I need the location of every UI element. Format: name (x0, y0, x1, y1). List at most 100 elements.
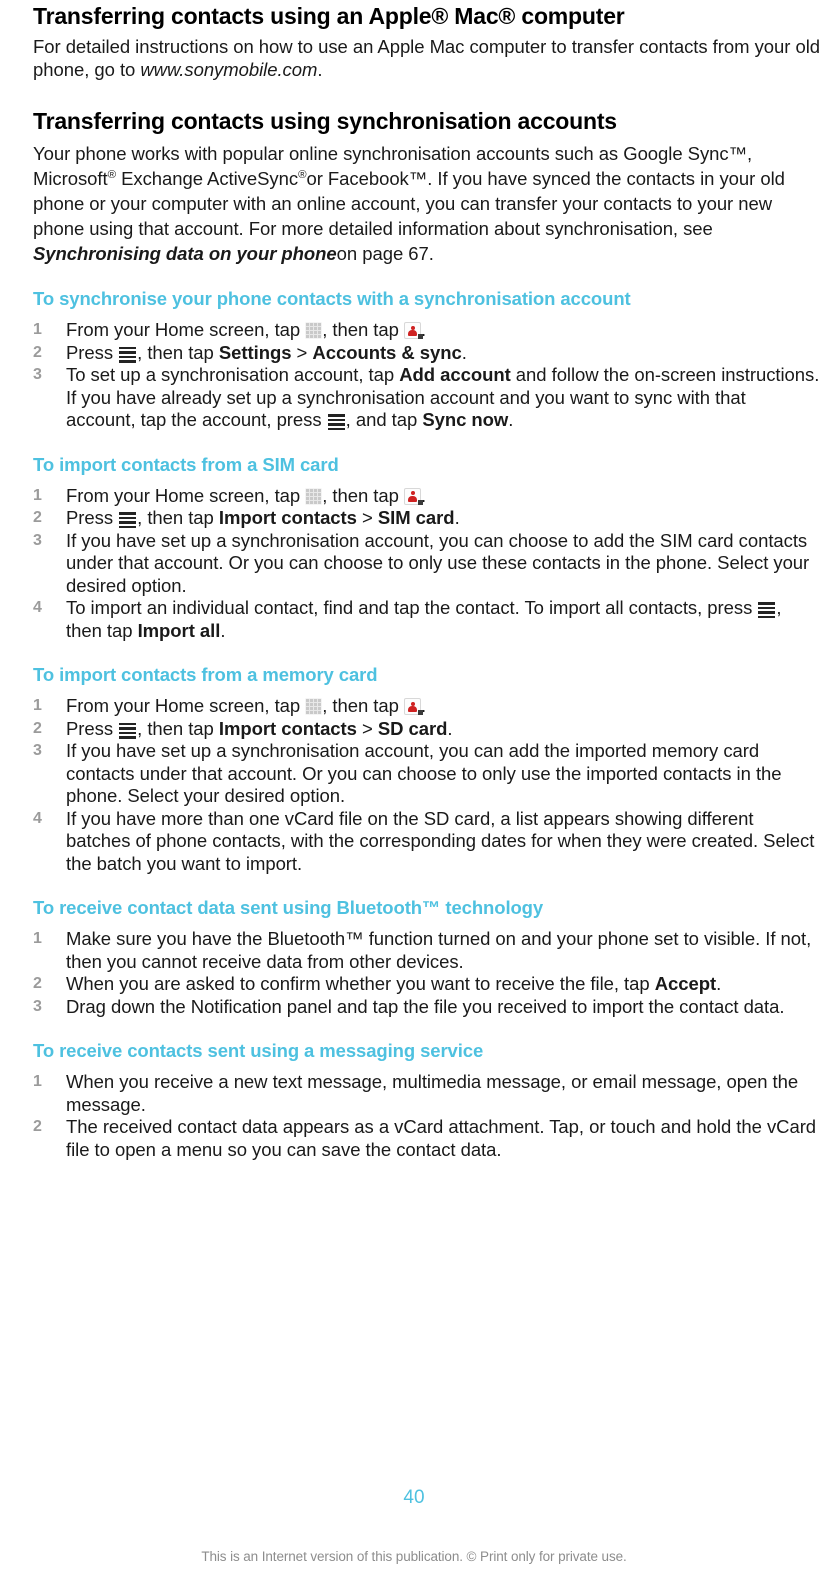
step-number: 1 (33, 930, 42, 947)
menu-icon[interactable] (757, 601, 776, 619)
procedure-step-list: 1 When you receive a new text message, mu… (33, 1071, 820, 1161)
menu-icon[interactable] (327, 413, 346, 431)
ui-label-import-contacts: Import contacts (218, 507, 357, 528)
procedure-step-list: 1 Make sure you have the Bluetooth™ funct… (33, 928, 820, 1018)
list-item: 1 From your Home screen, tap , then tap . (33, 485, 820, 508)
menu-icon[interactable] (118, 511, 137, 529)
step-number: 4 (33, 809, 42, 827)
step-number: 3 (33, 742, 42, 759)
step-number: 1 (33, 697, 42, 714)
procedure-heading: To import contacts from a memory card (33, 664, 378, 685)
list-item: 3 If you have set up a synchronisation ac… (33, 740, 820, 808)
step-number: 2 (33, 975, 42, 992)
separator: > (291, 341, 313, 363)
ui-label-import-contacts: Import contacts (218, 717, 357, 739)
paragraph-mac-text-2: . (317, 58, 323, 80)
step-number: 3 (33, 997, 42, 1015)
step-text: , then tap (137, 507, 219, 528)
contacts-icon[interactable] (403, 322, 423, 339)
step-text: , and tap (345, 409, 423, 430)
ui-label-sync-now: Sync now (422, 409, 509, 430)
step-text: Press (66, 341, 119, 363)
procedure-step-list: 1 From your Home screen, tap , then tap .… (33, 485, 820, 643)
contacts-icon[interactable] (403, 698, 423, 715)
step-text: To set up a synchronisation account, tap (66, 364, 400, 385)
step-text: Drag down the Notification panel and tap… (66, 995, 785, 1017)
publication-disclaimer: This is an Internet version of this publ… (201, 1549, 627, 1564)
list-item: 1 When you receive a new text message, mu… (33, 1071, 820, 1116)
procedure-heading: To receive contact data sent using Bluet… (33, 897, 544, 918)
step-text: . (220, 619, 226, 641)
list-item: 3 If you have set up a synchronisation ac… (33, 530, 820, 598)
page-number: 40 (403, 1487, 425, 1508)
step-text: To import an individual contact, find an… (66, 597, 758, 618)
step-text: . (508, 409, 514, 430)
step-text: If you have set up a synchronisation acc… (66, 740, 782, 806)
step-number: 1 (33, 486, 42, 504)
procedure-receive-bluetooth: To receive contact data sent using Bluet… (33, 897, 820, 1018)
step-number: 2 (33, 719, 42, 737)
list-item: 2 Press , then tap Settings > Accounts & … (33, 342, 820, 365)
step-text: From your Home screen, tap (66, 484, 306, 506)
step-text: , then tap (137, 341, 219, 363)
step-number: 4 (33, 599, 42, 616)
procedure-heading: To import contacts from a SIM card (33, 453, 339, 475)
step-number: 2 (33, 509, 42, 526)
list-item: 4 To import an individual contact, find a… (33, 597, 820, 642)
list-item: 1 From your Home screen, tap , then tap . (33, 319, 820, 342)
paragraph-mac: For detailed instructions on how to use … (33, 36, 820, 81)
step-number: 3 (33, 366, 42, 383)
step-text: , then tap (137, 717, 219, 739)
document-page: Transferring contacts using an Apple® Ma… (0, 0, 828, 1589)
list-item: 1 Make sure you have the Bluetooth™ funct… (33, 928, 820, 973)
ui-label-settings: Settings (218, 341, 292, 363)
step-text: When you receive a new text message, mul… (66, 1071, 799, 1115)
step-text: . (716, 973, 722, 994)
separator: > (356, 507, 378, 528)
step-number: 1 (33, 1073, 42, 1090)
step-text: . (461, 341, 467, 363)
list-item: 2 Press , then tap Import contacts > SIM … (33, 507, 820, 530)
section-heading-sync: Transferring contacts using synchronisat… (33, 108, 617, 134)
procedure-heading: To receive contacts sent using a messagi… (33, 1040, 484, 1061)
app-drawer-grid-icon[interactable] (305, 487, 323, 505)
list-item: 3 Drag down the Notification panel and ta… (33, 996, 820, 1019)
sonymobile-url: www.sonymobile.com (140, 58, 318, 80)
app-drawer-grid-icon[interactable] (305, 322, 323, 339)
paragraph-sync-text-2: Exchange ActiveSync (116, 168, 299, 189)
procedure-import-memory-card: To import contacts from a memory card 1 F… (33, 664, 820, 875)
cross-reference-synchronising: Synchronising data on your phone (33, 243, 337, 264)
procedure-step-list: 1 From your Home screen, tap , then tap .… (33, 319, 820, 432)
step-text: From your Home screen, tap (66, 695, 306, 716)
list-item: 2 When you are asked to confirm whether y… (33, 973, 820, 996)
paragraph-sync-text-4: on page 67. (336, 243, 434, 264)
ui-label-sim-card: SIM card (377, 507, 455, 528)
step-number: 1 (33, 321, 42, 338)
contacts-icon[interactable] (403, 487, 423, 505)
step-text: Press (66, 717, 119, 739)
step-number: 3 (33, 531, 42, 549)
procedure-import-sim: To import contacts from a SIM card 1 From… (33, 454, 820, 643)
step-text: If you have set up a synchronisation acc… (66, 529, 810, 596)
section-heading-mac: Transferring contacts using an Apple® Ma… (33, 3, 625, 29)
list-item: 3 To set up a synchronisation account, ta… (33, 364, 820, 432)
ui-label-sd-card: SD card (377, 717, 448, 739)
procedure-step-list: 1 From your Home screen, tap , then tap .… (33, 695, 820, 875)
ui-label-accept: Accept (654, 973, 717, 994)
step-text: If you have more than one vCard file on … (66, 807, 815, 874)
list-item: 4 If you have more than one vCard file on… (33, 808, 820, 876)
step-text: From your Home screen, tap (66, 319, 306, 340)
ui-label-import-all: Import all (137, 619, 221, 641)
app-drawer-grid-icon[interactable] (305, 698, 323, 715)
procedure-receive-messaging: To receive contacts sent using a messagi… (33, 1040, 820, 1161)
step-text: , then tap (322, 319, 404, 340)
step-text: The received contact data appears as a v… (66, 1116, 817, 1160)
step-text: . (447, 717, 453, 739)
menu-icon[interactable] (118, 722, 137, 740)
menu-icon[interactable] (118, 346, 137, 364)
list-item: 2 The received contact data appears as a … (33, 1116, 820, 1161)
registered-mark-microsoft: ® (107, 168, 116, 181)
step-text: Make sure you have the Bluetooth™ functi… (66, 928, 812, 972)
step-text: , then tap (322, 695, 404, 716)
step-number: 2 (33, 1118, 42, 1135)
